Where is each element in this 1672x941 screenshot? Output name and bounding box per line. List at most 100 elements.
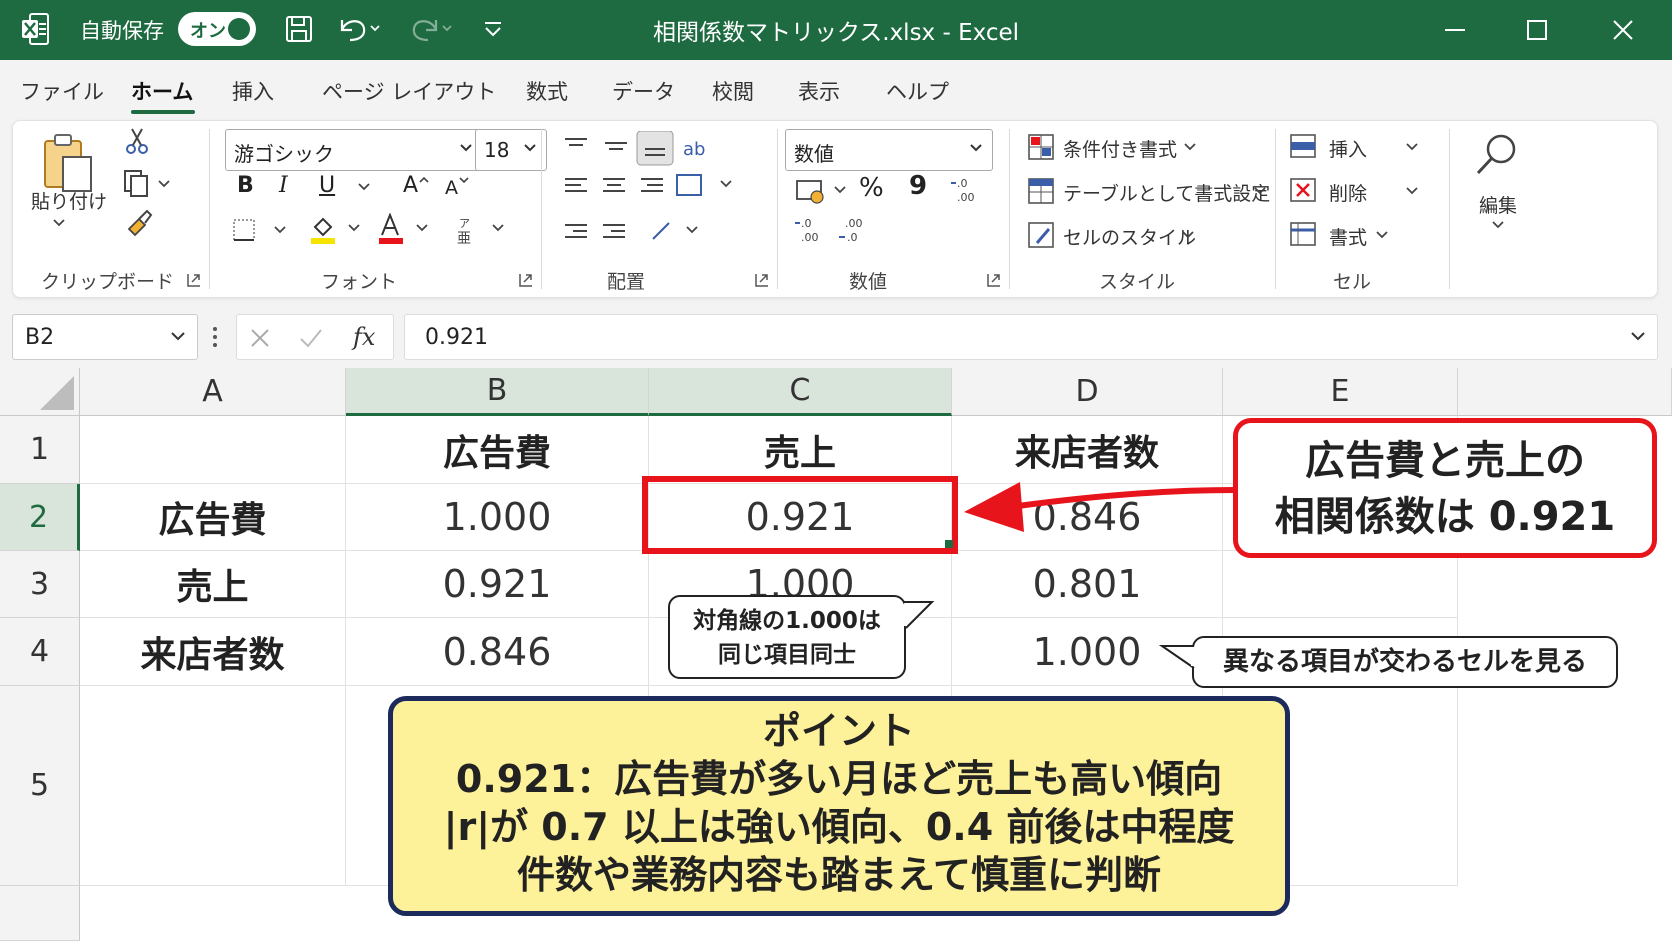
undo-icon[interactable] xyxy=(336,12,382,44)
cell-b1[interactable]: 広告費 xyxy=(346,416,649,484)
cell-e3[interactable] xyxy=(1223,551,1458,618)
tab-view[interactable]: 表示 xyxy=(798,76,840,106)
search-icon[interactable] xyxy=(1473,131,1521,179)
editing-label[interactable]: 編集 xyxy=(1479,191,1517,218)
minimize-button[interactable] xyxy=(1420,0,1490,60)
row-header-6[interactable] xyxy=(0,886,80,941)
format-as-table-icon[interactable] xyxy=(1027,177,1055,205)
column-header-c[interactable]: C xyxy=(649,368,952,416)
paste-label[interactable]: 貼り付け xyxy=(31,187,107,214)
increase-decimal-icon[interactable]: .0 .00 xyxy=(949,175,983,205)
chevron-down-icon[interactable] xyxy=(1491,219,1505,231)
insert-cells-label[interactable]: 挿入 xyxy=(1329,135,1367,162)
format-cells-icon[interactable] xyxy=(1289,221,1317,247)
shrink-font-button[interactable]: A xyxy=(445,177,458,199)
copy-icon[interactable] xyxy=(123,169,177,197)
number-launcher-icon[interactable] xyxy=(987,273,1001,287)
bold-button[interactable]: B xyxy=(237,173,254,198)
cell-d3[interactable]: 0.801 xyxy=(952,551,1223,618)
percent-button[interactable]: % xyxy=(859,173,884,203)
italic-button[interactable]: I xyxy=(279,173,288,198)
chevron-down-icon[interactable] xyxy=(1405,141,1419,153)
delete-cells-label[interactable]: 削除 xyxy=(1329,179,1367,206)
delete-cells-icon[interactable] xyxy=(1289,177,1317,203)
conditional-formatting-icon[interactable] xyxy=(1027,133,1055,161)
column-header-b[interactable]: B xyxy=(346,368,649,416)
insert-cells-icon[interactable] xyxy=(1289,133,1317,159)
tab-insert[interactable]: 挿入 xyxy=(232,76,274,106)
format-cells-label[interactable]: 書式 xyxy=(1329,223,1367,250)
increase-decimal-2-icon[interactable]: .0 .00 xyxy=(793,215,827,245)
phonetic-icon[interactable]: ア 亜 xyxy=(453,213,513,245)
cell-a5[interactable] xyxy=(80,686,346,886)
tab-data[interactable]: データ xyxy=(612,76,675,106)
alignment-launcher-icon[interactable] xyxy=(755,273,769,287)
grow-font-button[interactable]: A xyxy=(403,173,418,198)
close-button[interactable] xyxy=(1588,0,1658,60)
comma-button[interactable]: 9 xyxy=(909,171,927,201)
row-header-5[interactable]: 5 xyxy=(0,686,80,886)
cell-styles-label[interactable]: セルのスタイル xyxy=(1063,223,1196,250)
chevron-down-icon[interactable] xyxy=(169,329,187,345)
borders-icon[interactable] xyxy=(231,217,301,243)
cell-styles-icon[interactable] xyxy=(1027,221,1055,249)
paste-icon[interactable] xyxy=(41,133,95,195)
row-header-4[interactable]: 4 xyxy=(0,618,80,686)
row-header-2[interactable]: 2 xyxy=(0,484,80,551)
font-size-dropdown[interactable]: 18 xyxy=(475,129,547,171)
chevron-down-icon[interactable] xyxy=(1405,185,1419,197)
column-header-e[interactable]: E xyxy=(1223,368,1458,416)
cell-b4[interactable]: 0.846 xyxy=(346,618,649,686)
cell-a3[interactable]: 売上 xyxy=(80,551,346,618)
chevron-down-icon[interactable] xyxy=(1181,229,1195,241)
tab-review[interactable]: 校閲 xyxy=(712,76,754,106)
format-as-table-label[interactable]: テーブルとして書式設定 xyxy=(1063,179,1270,206)
autosave-toggle[interactable]: オン xyxy=(178,12,256,46)
row-header-3[interactable]: 3 xyxy=(0,551,80,618)
select-all-corner[interactable] xyxy=(0,368,80,416)
underline-button[interactable]: U xyxy=(319,173,335,198)
enter-check-icon[interactable] xyxy=(299,327,323,349)
cell-d1[interactable]: 来店者数 xyxy=(952,416,1223,484)
cell-b2[interactable]: 1.000 xyxy=(346,484,649,551)
more-options-icon[interactable] xyxy=(210,322,220,352)
font-launcher-icon[interactable] xyxy=(519,273,533,287)
decrease-decimal-icon[interactable]: .00 .0 xyxy=(837,215,871,245)
cell-c1[interactable]: 売上 xyxy=(649,416,952,484)
tab-home[interactable]: ホーム xyxy=(131,76,193,106)
tab-formulas[interactable]: 数式 xyxy=(526,76,568,106)
redo-icon[interactable] xyxy=(408,12,454,44)
accounting-format-icon[interactable] xyxy=(793,175,853,207)
underline-dropdown-icon[interactable] xyxy=(357,181,371,193)
expand-formula-bar-icon[interactable] xyxy=(1629,329,1647,345)
name-box[interactable]: B2 xyxy=(12,314,198,360)
formula-input[interactable]: 0.921 xyxy=(404,314,1658,360)
maximize-button[interactable] xyxy=(1502,0,1572,60)
clipboard-launcher-icon[interactable] xyxy=(187,273,201,287)
cell-a2[interactable]: 広告費 xyxy=(80,484,346,551)
font-color-icon[interactable] xyxy=(377,213,441,245)
cancel-icon[interactable] xyxy=(249,327,271,349)
alignment-buttons[interactable]: ab xyxy=(561,131,741,255)
cell-a4[interactable]: 来店者数 xyxy=(80,618,346,686)
row-header-1[interactable]: 1 xyxy=(0,416,80,484)
fill-color-icon[interactable] xyxy=(309,213,373,245)
insert-function-button[interactable]: fx xyxy=(353,323,375,351)
tab-help[interactable]: ヘルプ xyxy=(886,76,949,106)
chevron-down-icon[interactable] xyxy=(1253,185,1267,197)
fill-handle[interactable] xyxy=(945,540,953,548)
column-header-a[interactable]: A xyxy=(80,368,346,416)
save-icon[interactable] xyxy=(284,14,314,44)
customize-qat-icon[interactable] xyxy=(482,18,504,40)
paste-dropdown-icon[interactable] xyxy=(51,217,67,229)
tab-page-layout[interactable]: ページ レイアウト xyxy=(322,76,496,106)
format-painter-icon[interactable] xyxy=(125,209,153,237)
font-name-dropdown[interactable]: 游ゴシック xyxy=(225,129,483,171)
column-header-d[interactable]: D xyxy=(952,368,1223,416)
column-header-f[interactable] xyxy=(1458,368,1672,416)
cell-b3[interactable]: 0.921 xyxy=(346,551,649,618)
chevron-down-icon[interactable] xyxy=(1183,141,1197,153)
cell-a1[interactable] xyxy=(80,416,346,484)
cut-icon[interactable] xyxy=(125,127,149,155)
chevron-down-icon[interactable] xyxy=(1375,229,1389,241)
